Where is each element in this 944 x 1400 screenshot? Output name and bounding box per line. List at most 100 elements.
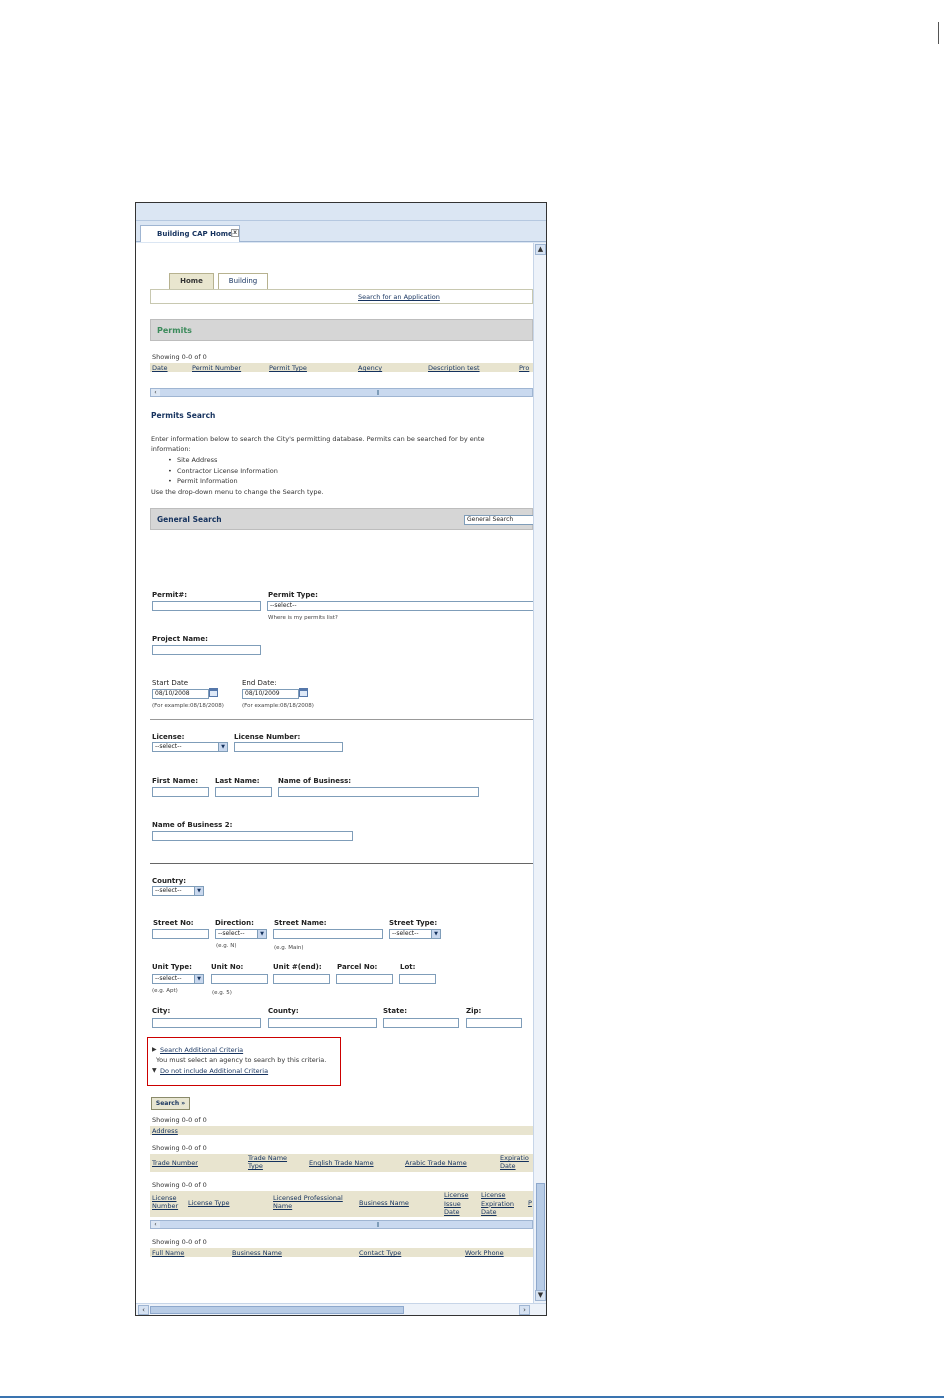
intro-text-2: information:	[151, 445, 191, 453]
street-name-hint: (e.g. Main)	[274, 945, 304, 951]
page-content: Home Building Search for an Application …	[136, 243, 533, 1303]
permit-type-select[interactable]: --select--	[267, 601, 533, 611]
search-application-link[interactable]: Search for an Application	[358, 293, 440, 301]
license-select[interactable]: --select-- ▼	[152, 742, 228, 752]
col-address[interactable]: Address	[152, 1127, 178, 1135]
col-description[interactable]: Description test	[428, 364, 480, 372]
street-name-input[interactable]	[273, 929, 383, 939]
scroll-thumb[interactable]	[150, 1306, 404, 1314]
permits-section-bar: Permits	[150, 319, 533, 341]
contacts-showing: Showing 0-0 of 0	[152, 1238, 207, 1246]
street-type-select[interactable]: --select-- ▼	[389, 929, 441, 939]
col-english-trade-name[interactable]: English Trade Name	[309, 1159, 374, 1167]
col-licensed-professional-name[interactable]: Licensed Professional Name	[273, 1194, 357, 1210]
collapse-arrow-icon[interactable]: ▼	[152, 1067, 157, 1074]
calendar-icon[interactable]	[209, 688, 218, 697]
parcel-no-input[interactable]	[336, 974, 393, 984]
scroll-left-icon[interactable]: ‹	[138, 1305, 149, 1315]
search-button[interactable]: Search »	[151, 1097, 190, 1110]
col-agency[interactable]: Agency	[358, 364, 382, 372]
license-hscrollbar[interactable]: ‹	[150, 1220, 533, 1229]
unit-type-select[interactable]: --select-- ▼	[152, 974, 204, 984]
search-additional-link[interactable]: Search Additional Criteria	[160, 1046, 243, 1054]
last-name-input[interactable]	[215, 787, 272, 797]
col-contact-type[interactable]: Contact Type	[359, 1249, 401, 1257]
end-date-input[interactable]: 08/10/2009	[242, 689, 299, 699]
unit-end-input[interactable]	[273, 974, 330, 984]
county-input[interactable]	[268, 1018, 377, 1028]
vertical-scrollbar[interactable]: ▲ ▼	[533, 243, 546, 1303]
col-license-number[interactable]: License Number	[152, 1194, 184, 1210]
divider	[150, 719, 533, 720]
direction-select[interactable]: --select-- ▼	[215, 929, 267, 939]
close-icon[interactable]: x	[231, 229, 239, 237]
search-type-value: General Search	[467, 516, 514, 523]
state-input[interactable]	[383, 1018, 459, 1028]
lot-input[interactable]	[399, 974, 436, 984]
scroll-thumb[interactable]	[536, 1183, 545, 1298]
project-name-input[interactable]	[152, 645, 261, 655]
col-permit-number[interactable]: Permit Number	[192, 364, 241, 372]
permits-hscrollbar[interactable]: ‹	[150, 388, 533, 397]
first-name-input[interactable]	[152, 787, 209, 797]
direction-label: Direction:	[215, 919, 254, 927]
unit-no-input[interactable]	[211, 974, 268, 984]
permit-no-input[interactable]	[152, 601, 261, 611]
chevron-down-icon: ▼	[257, 930, 266, 938]
parcel-no-label: Parcel No:	[337, 963, 378, 971]
col-contact-business-name[interactable]: Business Name	[232, 1249, 282, 1257]
horizontal-scrollbar[interactable]: ‹ ›	[136, 1303, 546, 1315]
license-number-input[interactable]	[234, 742, 343, 752]
exclude-additional-link[interactable]: Do not include Additional Criteria	[160, 1067, 268, 1075]
zip-input[interactable]	[466, 1018, 522, 1028]
expand-arrow-icon[interactable]: ▶	[152, 1046, 157, 1053]
col-date[interactable]: Date	[152, 364, 168, 372]
address-showing: Showing 0-0 of 0	[152, 1116, 207, 1124]
country-select[interactable]: --select-- ▼	[152, 886, 204, 896]
address-header-row: Address	[150, 1126, 533, 1135]
scroll-left-icon[interactable]: ‹	[151, 1221, 160, 1228]
tab-building[interactable]: Building	[218, 273, 268, 289]
col-trade-number[interactable]: Trade Number	[152, 1159, 198, 1167]
scroll-down-icon[interactable]: ▼	[535, 1290, 546, 1301]
end-date-hint: (For example:08/18/2008)	[242, 703, 314, 709]
scroll-up-icon[interactable]: ▲	[535, 244, 546, 255]
col-pro[interactable]: Pro	[519, 364, 529, 372]
search-type-select[interactable]: General Search	[464, 515, 533, 525]
street-no-label: Street No:	[153, 919, 194, 927]
col-business-name[interactable]: Business Name	[359, 1199, 409, 1207]
permit-no-label: Permit#:	[152, 591, 188, 599]
col-license-type[interactable]: License Type	[188, 1199, 230, 1207]
calendar-icon[interactable]	[299, 688, 308, 697]
col-expiration-date[interactable]: Expiratio Date	[500, 1154, 533, 1172]
criteria-item: Contractor License Information	[163, 466, 278, 477]
license-number-label: License Number:	[234, 733, 301, 741]
chevron-down-icon: ▼	[431, 930, 440, 938]
col-arabic-trade-name[interactable]: Arabic Trade Name	[405, 1159, 467, 1167]
col-license-expiration-date[interactable]: License Expiration Date	[481, 1191, 521, 1217]
business-name-input[interactable]	[278, 787, 479, 797]
doc-tab-label: Building CAP Home	[157, 230, 233, 238]
street-type-label: Street Type:	[389, 919, 438, 927]
city-input[interactable]	[152, 1018, 261, 1028]
license-header-row: License Number License Type Licensed Pro…	[150, 1191, 533, 1217]
start-date-input[interactable]: 08/10/2008	[152, 689, 209, 699]
col-p[interactable]: P	[528, 1199, 532, 1207]
doc-tab-building-cap-home[interactable]: Building CAP Home x	[140, 225, 240, 242]
lot-label: Lot:	[400, 963, 416, 971]
business-name2-input[interactable]	[152, 831, 353, 841]
unit-type-hint: (e.g. Apt)	[152, 988, 178, 994]
scroll-left-icon[interactable]: ‹	[151, 389, 160, 396]
tab-home[interactable]: Home	[169, 273, 214, 289]
col-work-phone[interactable]: Work Phone	[465, 1249, 504, 1257]
col-trade-name-type[interactable]: Trade Name Type	[248, 1154, 298, 1170]
col-full-name[interactable]: Full Name	[152, 1249, 184, 1257]
county-label: County:	[268, 1007, 299, 1015]
license-showing: Showing 0-0 of 0	[152, 1181, 207, 1189]
criteria-list: Site Address Contractor License Informat…	[163, 455, 278, 487]
street-no-input[interactable]	[152, 929, 209, 939]
col-permit-type[interactable]: Permit Type	[269, 364, 307, 372]
col-license-issue-date[interactable]: License Issue Date	[444, 1191, 476, 1217]
scroll-right-icon[interactable]: ›	[519, 1305, 530, 1315]
business-name-label: Name of Business:	[278, 777, 352, 785]
